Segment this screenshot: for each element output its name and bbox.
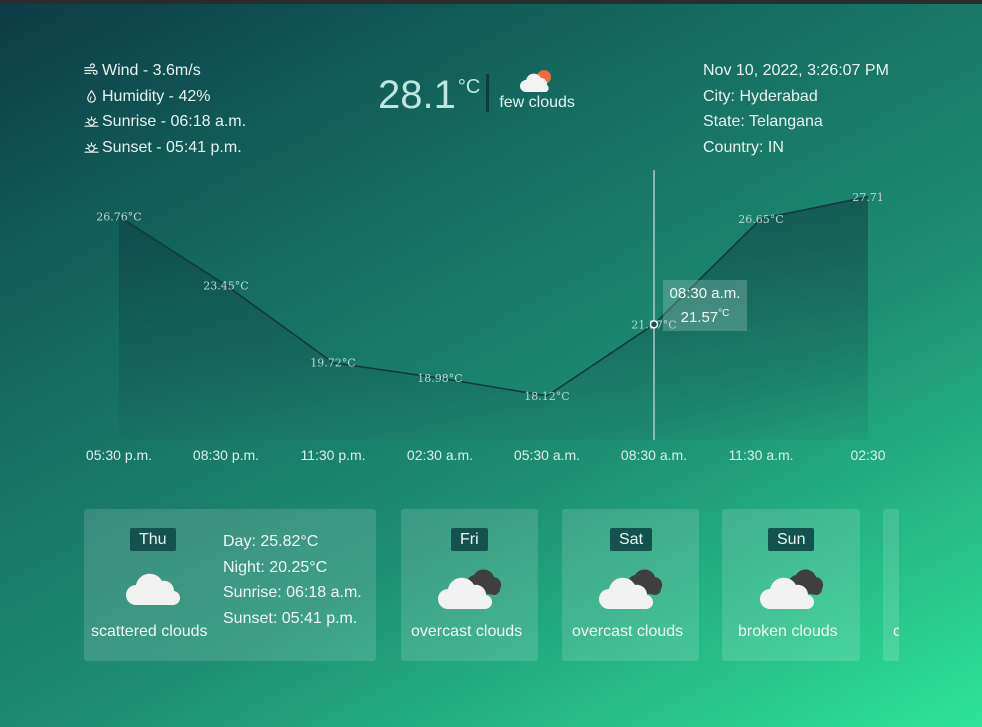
wind-row: Wind - 3.6m/s — [84, 58, 246, 84]
temperature-unit: °C — [457, 76, 481, 98]
data-label: 26.76°C — [96, 211, 141, 224]
card-description: c — [893, 623, 899, 640]
x-tick-label: 02:30 a.m. — [407, 447, 473, 463]
location-details: Nov 10, 2022, 3:26:07 PM City: Hyderabad… — [703, 58, 889, 160]
data-label: 18.98°C — [417, 372, 462, 385]
card-sunset: Sunset: 05:41 p.m. — [223, 609, 358, 627]
wind-text: Wind - 3.6m/s — [102, 62, 201, 79]
data-label: 26.65°C — [738, 213, 783, 226]
card-description: overcast clouds — [572, 623, 684, 640]
tooltip-value-row: 21.57°C — [663, 304, 747, 328]
x-tick-label: 11:30 a.m. — [728, 447, 793, 463]
tooltip-unit: °C — [718, 308, 730, 319]
day-temp: Day: 25.82°C — [223, 533, 319, 550]
card-description: overcast clouds — [411, 623, 523, 640]
forecast-cards[interactable]: Thu scattered clouds Day: 25.82°C Night:… — [84, 509, 899, 661]
x-tick-label: 05:30 a.m. — [514, 447, 580, 463]
tooltip-value: 21.57 — [680, 309, 719, 326]
day-badge: Thu — [130, 528, 176, 551]
wind-icon — [84, 63, 99, 78]
city: City: Hyderabad — [703, 87, 818, 105]
day-badge: Sat — [610, 528, 653, 551]
chart-point-active[interactable] — [649, 320, 659, 329]
few-clouds-icon — [519, 68, 555, 94]
tooltip-time: 08:30 a.m. — [669, 285, 741, 302]
humidity-row: Humidity - 42% — [84, 84, 246, 110]
country: Country: IN — [703, 138, 784, 156]
sunset-text: Sunset - 05:41 p.m. — [102, 138, 242, 156]
card-description: scattered clouds — [91, 623, 208, 640]
humidity-text: Humidity - 42% — [102, 87, 211, 105]
x-tick-label: 02:30 — [850, 447, 885, 463]
chart-area — [119, 196, 868, 440]
forecast-card-sat[interactable]: Sat overcast clouds — [562, 509, 699, 661]
sunrise-text: Sunrise - 06:18 a.m. — [102, 113, 247, 130]
x-tick-label: 11:30 p.m. — [300, 447, 365, 463]
day-badge: Fri — [451, 528, 488, 551]
card-details: Day: 25.82°C Night: 20.25°C Sunrise: 06:… — [223, 529, 362, 631]
night-temp: Night: 20.25°C — [223, 558, 328, 576]
sunrise-row: Sunrise - 06:18 a.m. — [84, 109, 246, 135]
chart-tooltip: 08:30 a.m. 21.57°C — [663, 280, 747, 331]
x-tick-label: 08:30 a.m. — [621, 447, 687, 463]
condition-text: few clouds — [499, 94, 575, 111]
datetime: Nov 10, 2022, 3:26:07 PM — [703, 62, 889, 79]
current-condition: few clouds — [499, 68, 575, 112]
data-label: 23.45°C — [203, 279, 248, 292]
data-label: 27.71 — [852, 191, 884, 204]
weather-details: Wind - 3.6m/s Humidity - 42% Sunrise - 0… — [84, 58, 246, 160]
state: State: Telangana — [703, 113, 823, 130]
sun-icon — [84, 114, 99, 129]
x-tick-label: 05:30 p.m. — [86, 447, 152, 463]
forecast-card-thu[interactable]: Thu scattered clouds Day: 25.82°C Night:… — [84, 509, 376, 661]
day-badge: Sun — [768, 528, 815, 551]
overcast-clouds-icon — [436, 567, 504, 616]
broken-clouds-icon — [758, 567, 826, 616]
forecast-card-fri[interactable]: Fri overcast clouds — [401, 509, 538, 661]
forecast-card-partial[interactable]: c — [883, 509, 899, 661]
data-label: 18.12°C — [524, 390, 569, 403]
divider — [486, 74, 490, 112]
forecast-card-sun[interactable]: Sun broken clouds — [722, 509, 860, 661]
x-tick-label: 08:30 p.m. — [193, 447, 259, 463]
sunset-row: Sunset - 05:41 p.m. — [84, 135, 246, 161]
window-top-bar — [0, 0, 982, 4]
card-description: broken clouds — [738, 623, 838, 640]
droplet-icon — [84, 89, 99, 104]
chart-line — [118, 196, 869, 397]
current-weather: 28.1 °C few clouds — [378, 70, 575, 120]
card-sunrise: Sunrise: 06:18 a.m. — [223, 584, 362, 601]
current-temperature: 28.1 — [378, 73, 456, 117]
data-label: 19.72°C — [310, 357, 355, 370]
cloud-icon — [124, 567, 184, 612]
overcast-clouds-icon — [597, 567, 665, 616]
sunset-icon — [84, 140, 99, 155]
